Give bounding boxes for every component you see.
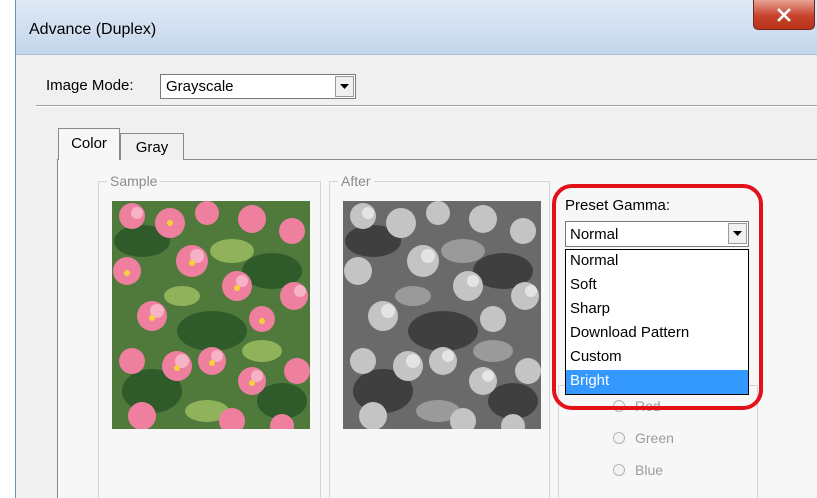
image-mode-dropdown-button[interactable]: [335, 76, 354, 97]
radio-green[interactable]: Green: [613, 430, 674, 446]
tab-gray[interactable]: Gray: [120, 133, 184, 160]
after-group: After: [329, 173, 550, 498]
tab-panel-color: Sample After Preset Gamma: Normal Normal…: [57, 159, 817, 498]
radio-blue-label: Blue: [635, 462, 664, 478]
window-title: Advance (Duplex): [29, 21, 157, 38]
tab-gray-label: Gray: [135, 139, 169, 156]
preset-gamma-value: Normal: [570, 226, 619, 243]
radio-blue[interactable]: Blue: [613, 462, 663, 478]
radio-red[interactable]: Red: [613, 398, 661, 414]
gamma-option-custom[interactable]: Custom: [566, 346, 748, 370]
chevron-down-icon: [340, 83, 349, 89]
sample-group: Sample: [98, 173, 321, 498]
preset-gamma-select[interactable]: Normal: [565, 221, 749, 247]
close-button[interactable]: [753, 0, 815, 30]
radio-circle-icon: [613, 400, 625, 412]
radio-circle-icon: [613, 464, 625, 476]
radio-green-label: Green: [635, 430, 674, 446]
radio-circle-icon: [613, 432, 625, 444]
preset-gamma-label: Preset Gamma:: [565, 197, 671, 214]
gamma-option-download-pattern[interactable]: Download Pattern: [566, 322, 748, 346]
gamma-option-bright[interactable]: Bright: [566, 370, 748, 394]
sample-group-title: Sample: [107, 173, 161, 189]
separator: [36, 105, 817, 107]
tab-color-label: Color: [71, 135, 107, 152]
tab-color[interactable]: Color: [58, 128, 120, 160]
title-bar[interactable]: Advance (Duplex): [16, 0, 817, 55]
sample-flower-image: [112, 201, 310, 429]
chevron-down-icon: [733, 230, 742, 236]
radio-red-label: Red: [635, 398, 661, 414]
gamma-option-sharp[interactable]: Sharp: [566, 298, 748, 322]
preset-gamma-dropdown-button[interactable]: [728, 223, 747, 244]
image-mode-label: Image Mode:: [46, 77, 134, 94]
sample-image: [112, 201, 310, 429]
after-group-title: After: [338, 173, 374, 189]
gamma-option-soft[interactable]: Soft: [566, 274, 748, 298]
dialog-client: Image Mode: Grayscale Color Gray Sample: [24, 55, 817, 498]
close-icon: [777, 7, 791, 22]
after-image: [343, 201, 541, 429]
preset-gamma-list[interactable]: Normal Soft Sharp Download Pattern Custo…: [565, 249, 749, 395]
after-grayscale-image: [343, 201, 541, 429]
image-mode-select[interactable]: Grayscale: [160, 74, 356, 99]
gamma-option-normal[interactable]: Normal: [566, 250, 748, 274]
image-mode-value: Grayscale: [166, 78, 234, 95]
dialog-window: Advance (Duplex) Image Mode: Grayscale C…: [15, 0, 817, 498]
